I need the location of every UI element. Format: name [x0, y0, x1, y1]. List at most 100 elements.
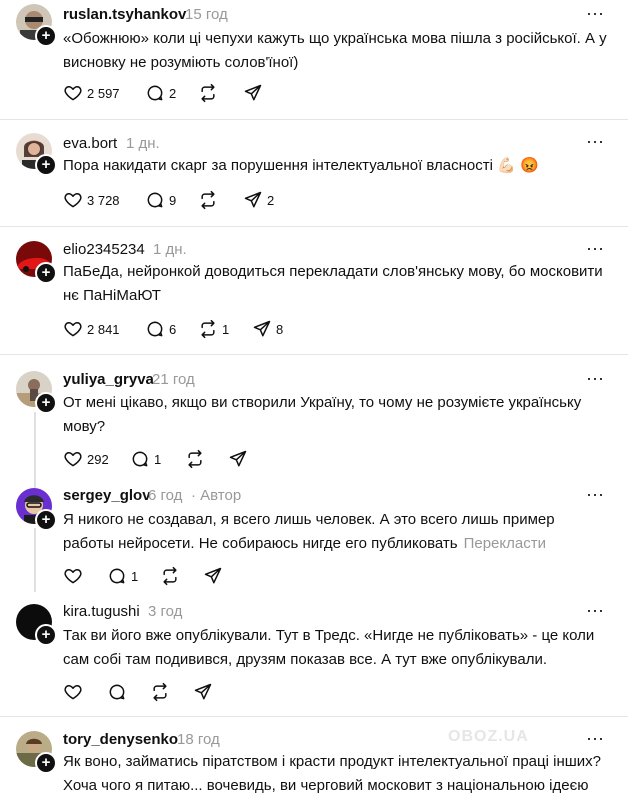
like-count: 2 597 — [87, 85, 120, 101]
follow-plus-icon[interactable]: + — [35, 25, 57, 47]
reply-count: 6 — [169, 321, 177, 337]
repost-button[interactable] — [198, 188, 218, 212]
reply-count: 1 — [131, 568, 139, 584]
share-count: 8 — [276, 321, 284, 337]
more-options-icon[interactable]: ··· — [586, 369, 604, 387]
reply-button[interactable]: 2 — [145, 81, 176, 105]
like-button[interactable]: 2 841 — [63, 317, 120, 341]
username[interactable]: eva.bort — [63, 135, 117, 152]
like-button[interactable]: 2 597 — [63, 81, 120, 105]
repost-button[interactable] — [185, 447, 205, 471]
username[interactable]: elio2345234 — [63, 241, 145, 258]
repost-icon — [201, 83, 215, 103]
post-text: ПаБеДа, нейронкой доводиться перекладати… — [63, 263, 603, 304]
reply-button[interactable]: 1 — [130, 447, 161, 471]
post-text: «Обожнюю» коли ці чепухи кажуть що украї… — [63, 30, 607, 71]
reply-count: 2 — [169, 85, 177, 101]
post-eva: + eva.bort 1 дн. ··· Пора накидати скарг… — [0, 120, 628, 227]
like-button[interactable]: 292 — [63, 447, 109, 471]
post-text: Пора накидати скарг за порушення інтелек… — [63, 157, 539, 174]
post-text: Так ви його вже опублікували. Тут в Тред… — [63, 627, 595, 668]
translate-link[interactable]: Перекласти — [464, 535, 546, 552]
share-icon — [253, 320, 271, 337]
more-options-icon[interactable]: ··· — [586, 4, 604, 22]
reply-button[interactable]: 1 — [107, 564, 138, 588]
post-sergey: + sergey_glov 6 год · Автор ··· Я никого… — [0, 480, 628, 592]
repost-button[interactable] — [150, 680, 170, 704]
follow-plus-icon[interactable]: + — [35, 154, 57, 176]
more-options-icon[interactable]: ··· — [586, 485, 604, 503]
timestamp: 6 год — [148, 487, 183, 504]
username[interactable]: yuliya_gryva — [63, 371, 154, 388]
username[interactable]: sergey_glov — [63, 487, 151, 504]
follow-plus-icon[interactable]: + — [35, 392, 57, 414]
more-options-icon[interactable]: ··· — [586, 239, 604, 257]
follow-plus-icon[interactable]: + — [35, 624, 57, 646]
repost-button[interactable] — [160, 564, 180, 588]
reply-button[interactable]: 6 — [145, 317, 176, 341]
timestamp: 1 дн. — [153, 241, 187, 258]
more-options-icon[interactable]: ··· — [586, 601, 604, 619]
post-text: Я никого не создавал, я всего лишь челов… — [63, 508, 608, 556]
comment-icon — [147, 321, 163, 337]
share-button[interactable] — [228, 447, 248, 471]
reply-button[interactable]: 9 — [145, 188, 176, 212]
more-options-icon[interactable]: ··· — [586, 132, 604, 150]
post-text: Як воно, займатись піратством і красти п… — [63, 753, 601, 794]
author-badge: · Автор — [191, 487, 242, 504]
comment-icon — [132, 451, 148, 467]
username[interactable]: ruslan.tsyhankov — [63, 6, 186, 23]
like-count: 3 728 — [87, 192, 120, 208]
watermark: OBOZ.UA — [448, 728, 529, 745]
comment-icon — [109, 684, 125, 700]
like-count: 2 841 — [87, 321, 120, 337]
share-icon — [194, 683, 212, 700]
share-button[interactable]: 8 — [252, 317, 283, 341]
share-icon — [244, 191, 262, 208]
reply-count: 9 — [169, 192, 177, 208]
comment-icon — [147, 192, 163, 208]
post-tory: + tory_denysenko 18 год ··· Як воно, зай… — [0, 717, 628, 794]
follow-plus-icon[interactable]: + — [35, 509, 57, 531]
repost-button[interactable]: 1 — [198, 317, 229, 341]
reply-count: 1 — [154, 451, 162, 467]
more-options-icon[interactable]: ··· — [586, 729, 604, 747]
heart-icon — [64, 322, 82, 337]
like-button[interactable]: 3 728 — [63, 188, 120, 212]
comment-icon — [147, 85, 163, 101]
post-yuliya: + yuliya_gryva 21 год ··· От мені цікаво… — [0, 355, 628, 480]
share-icon — [244, 84, 262, 101]
reply-button[interactable] — [107, 680, 127, 704]
timestamp: 18 год — [177, 731, 220, 748]
timestamp: 15 год — [185, 6, 228, 23]
heart-icon — [64, 193, 82, 208]
timestamp: 1 дн. — [126, 135, 160, 152]
share-button[interactable]: 2 — [243, 188, 274, 212]
heart-icon — [64, 452, 82, 467]
heart-icon — [64, 685, 82, 700]
timestamp: 21 год — [152, 371, 195, 388]
comment-icon — [109, 568, 125, 584]
repost-icon — [201, 319, 215, 339]
post-elio: + elio2345234 1 дн. ··· ПаБеДа, нейронко… — [0, 227, 628, 354]
share-button[interactable] — [203, 564, 223, 588]
repost-icon — [188, 449, 202, 469]
follow-plus-icon[interactable]: + — [35, 262, 57, 284]
share-icon — [229, 450, 247, 467]
share-count: 2 — [267, 192, 275, 208]
repost-icon — [163, 566, 177, 586]
like-button[interactable] — [63, 564, 83, 588]
repost-button[interactable] — [198, 81, 218, 105]
repost-icon — [201, 190, 215, 210]
post-ruslan: + ruslan.tsyhankov 15 год ··· «Обожнюю» … — [0, 0, 628, 120]
share-button[interactable] — [243, 81, 263, 105]
share-button[interactable] — [193, 680, 213, 704]
username[interactable]: tory_denysenko — [63, 731, 178, 748]
repost-icon — [153, 682, 167, 702]
follow-plus-icon[interactable]: + — [35, 752, 57, 774]
heart-icon — [64, 86, 82, 101]
username[interactable]: kira.tugushi — [63, 603, 140, 620]
like-button[interactable] — [63, 680, 83, 704]
post-kira: + kira.tugushi 3 год ··· Так ви його вже… — [0, 596, 628, 716]
heart-icon — [64, 569, 82, 584]
